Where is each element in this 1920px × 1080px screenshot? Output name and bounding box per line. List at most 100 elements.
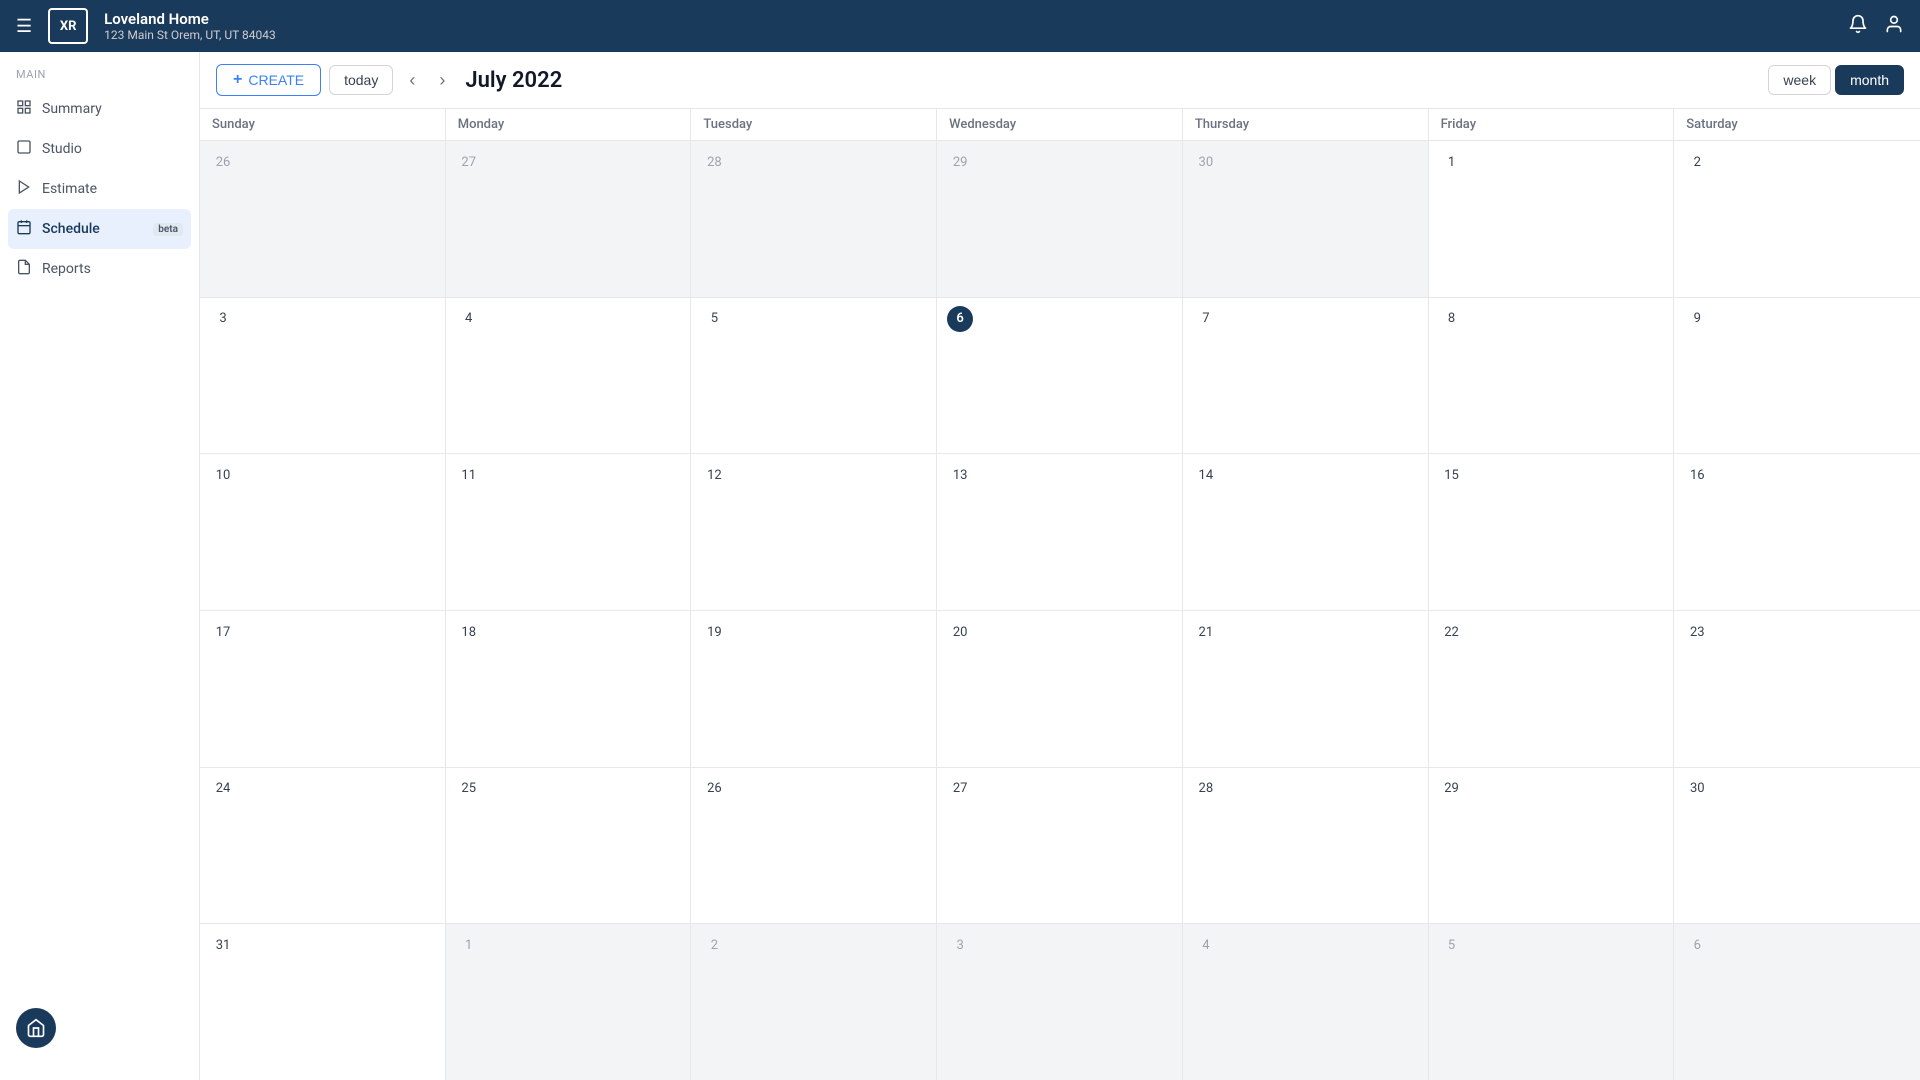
sidebar-item-label: Reports — [42, 261, 183, 277]
calendar-cell[interactable]: 3 — [200, 298, 446, 454]
calendar-cell[interactable]: 1 — [446, 924, 692, 1080]
calendar-week: 3456789 — [200, 298, 1920, 455]
create-button[interactable]: + CREATE — [216, 64, 321, 96]
calendar-cell[interactable]: 31 — [200, 924, 446, 1080]
calendar-cell[interactable]: 3 — [937, 924, 1183, 1080]
property-name: Loveland Home — [104, 10, 276, 28]
calendar-cell[interactable]: 15 — [1429, 454, 1675, 610]
sidebar-item-schedule[interactable]: Schedule beta — [8, 209, 191, 249]
calendar-cell[interactable]: 2 — [691, 924, 937, 1080]
sidebar-item-reports[interactable]: Reports — [0, 249, 199, 289]
day-number: 10 — [210, 462, 236, 488]
sidebar-item-label: Summary — [42, 101, 183, 117]
day-number: 6 — [947, 306, 973, 332]
calendar-cell[interactable]: 12 — [691, 454, 937, 610]
calendar-cell[interactable]: 18 — [446, 611, 692, 767]
calendar-cell[interactable]: 17 — [200, 611, 446, 767]
calendar-cell[interactable]: 9 — [1674, 298, 1920, 454]
day-number: 14 — [1193, 462, 1219, 488]
calendar-cell[interactable]: 13 — [937, 454, 1183, 610]
calendar-cell[interactable]: 28 — [691, 141, 937, 297]
day-number: 1 — [456, 932, 482, 958]
day-number: 6 — [1684, 932, 1710, 958]
day-number: 4 — [1193, 932, 1219, 958]
sidebar-avatar[interactable] — [16, 1008, 56, 1048]
calendar-cell[interactable]: 2 — [1674, 141, 1920, 297]
user-icon[interactable] — [1884, 14, 1904, 39]
next-button[interactable]: › — [431, 66, 453, 95]
month-view-button[interactable]: month — [1835, 65, 1904, 95]
calendar-cell[interactable]: 5 — [691, 298, 937, 454]
calendar-cell[interactable]: 27 — [937, 768, 1183, 924]
calendar-weeks: 2627282930123456789101112131415161718192… — [200, 141, 1920, 1080]
calendar-cell[interactable]: 16 — [1674, 454, 1920, 610]
day-number: 5 — [1439, 932, 1465, 958]
estimate-icon — [16, 179, 32, 199]
calendar-cell[interactable]: 30 — [1674, 768, 1920, 924]
calendar-cell[interactable]: 19 — [691, 611, 937, 767]
calendar-cell[interactable]: 8 — [1429, 298, 1675, 454]
calendar-cell[interactable]: 6 — [937, 298, 1183, 454]
calendar-cell[interactable]: 24 — [200, 768, 446, 924]
day-number: 12 — [701, 462, 727, 488]
day-number: 22 — [1439, 619, 1465, 645]
day-number: 1 — [1439, 149, 1465, 175]
day-number: 30 — [1193, 149, 1219, 175]
calendar-cell[interactable]: 14 — [1183, 454, 1429, 610]
calendar-cell[interactable]: 23 — [1674, 611, 1920, 767]
sidebar-item-estimate[interactable]: Estimate — [0, 169, 199, 209]
calendar-cell[interactable]: 25 — [446, 768, 692, 924]
sidebar-item-summary[interactable]: Summary — [0, 89, 199, 129]
view-toggle: week month — [1768, 65, 1904, 95]
calendar-cell[interactable]: 29 — [937, 141, 1183, 297]
calendar-cell[interactable]: 4 — [446, 298, 692, 454]
bell-icon[interactable] — [1848, 14, 1868, 39]
calendar-days-header: Sunday Monday Tuesday Wednesday Thursday… — [200, 109, 1920, 141]
sidebar-bottom — [0, 992, 199, 1064]
menu-icon[interactable]: ☰ — [16, 16, 32, 37]
prev-button[interactable]: ‹ — [401, 66, 423, 95]
calendar-cell[interactable]: 10 — [200, 454, 446, 610]
calendar-cell[interactable]: 1 — [1429, 141, 1675, 297]
create-label: CREATE — [248, 72, 304, 88]
calendar-cell[interactable]: 26 — [691, 768, 937, 924]
day-number: 23 — [1684, 619, 1710, 645]
calendar-cell[interactable]: 20 — [937, 611, 1183, 767]
day-number: 24 — [210, 776, 236, 802]
calendar-cell[interactable]: 4 — [1183, 924, 1429, 1080]
day-number: 25 — [456, 776, 482, 802]
sidebar-section-label: Main — [0, 68, 199, 89]
calendar-cell[interactable]: 6 — [1674, 924, 1920, 1080]
calendar-cell[interactable]: 29 — [1429, 768, 1675, 924]
calendar-cell[interactable]: 28 — [1183, 768, 1429, 924]
calendar-week: 24 25 2627 28 2930 — [200, 768, 1920, 925]
day-number: 11 — [456, 462, 482, 488]
calendar-cell[interactable]: 5 — [1429, 924, 1675, 1080]
header-title: Loveland Home 123 Main St Orem, UT, UT 8… — [104, 10, 276, 42]
calendar-cell[interactable]: 30 — [1183, 141, 1429, 297]
calendar-cell[interactable]: 21 — [1183, 611, 1429, 767]
day-number: 18 — [456, 619, 482, 645]
day-number: 15 — [1439, 462, 1465, 488]
day-number: 5 — [701, 306, 727, 332]
calendar-cell[interactable]: 11 — [446, 454, 692, 610]
calendar-cell[interactable]: 22 — [1429, 611, 1675, 767]
calendar-grid: Sunday Monday Tuesday Wednesday Thursday… — [200, 109, 1920, 1080]
day-number: 4 — [456, 306, 482, 332]
week-view-button[interactable]: week — [1768, 65, 1831, 95]
calendar-week: 26 27 2829 30 1 2 — [200, 141, 1920, 298]
day-number: 27 — [456, 149, 482, 175]
sidebar-item-label: Estimate — [42, 181, 183, 197]
app-header: ☰ XR Loveland Home 123 Main St Orem, UT,… — [0, 0, 1920, 52]
day-number: 28 — [1193, 776, 1219, 802]
studio-icon — [16, 139, 32, 159]
calendar-cell[interactable]: 26 — [200, 141, 446, 297]
sidebar-item-studio[interactable]: Studio — [0, 129, 199, 169]
property-address: 123 Main St Orem, UT, UT 84043 — [104, 28, 276, 42]
beta-badge: beta — [153, 223, 183, 236]
today-button[interactable]: today — [329, 65, 393, 95]
calendar-cell[interactable]: 27 — [446, 141, 692, 297]
calendar-cell[interactable]: 7 — [1183, 298, 1429, 454]
logo-text: XR — [60, 19, 77, 34]
day-number: 8 — [1439, 306, 1465, 332]
